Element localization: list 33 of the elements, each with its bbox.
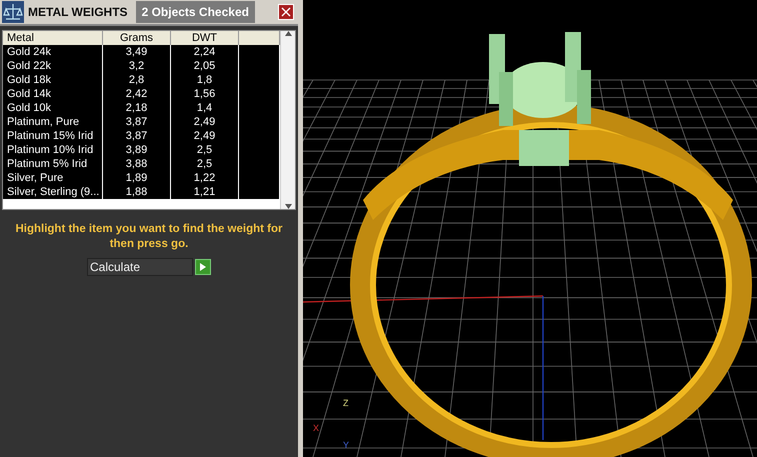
table-row[interactable]: Gold 24k 3,49 2,24 bbox=[3, 45, 280, 59]
play-icon bbox=[200, 263, 206, 271]
scale-icon bbox=[2, 1, 24, 23]
table-row[interactable]: Silver, Sterling (9... 1,88 1,21 bbox=[3, 185, 280, 199]
scroll-down-icon[interactable] bbox=[284, 204, 292, 209]
axis-label: Z bbox=[343, 398, 348, 408]
table-cell: Silver, Sterling (9... bbox=[3, 185, 103, 199]
instruction-text: Highlight the item you want to find the weight for then press go. bbox=[14, 222, 284, 252]
panel-title: METAL WEIGHTS bbox=[27, 5, 129, 19]
close-icon bbox=[281, 7, 291, 17]
go-button[interactable] bbox=[195, 259, 211, 275]
3d-viewport[interactable]: Z X Y bbox=[303, 0, 757, 457]
status-text: 2 Objects Checked bbox=[136, 1, 255, 23]
close-button[interactable] bbox=[278, 4, 294, 20]
table-row[interactable]: Gold 18k 2,8 1,8 bbox=[3, 73, 280, 87]
column-header[interactable]: Grams bbox=[103, 31, 171, 46]
axis-label: Y bbox=[343, 440, 350, 450]
scrollbar[interactable] bbox=[280, 31, 295, 209]
column-header[interactable]: Metal bbox=[3, 31, 103, 46]
table-row[interactable]: Gold 14k 2,42 1,56 bbox=[3, 87, 280, 101]
table-cell: 1,21 bbox=[171, 185, 239, 199]
table-row[interactable]: Platinum 10% Irid 3,89 2,5 bbox=[3, 143, 280, 157]
table-row[interactable]: Platinum 5% Irid 3,88 2,5 bbox=[3, 157, 280, 171]
scroll-up-icon[interactable] bbox=[284, 31, 292, 36]
table-row[interactable]: Platinum, Pure 3,87 2,49 bbox=[3, 115, 280, 129]
table-row[interactable]: Platinum 15% Irid 3,87 2,49 bbox=[3, 129, 280, 143]
table-row[interactable]: Silver, Pure 1,89 1,22 bbox=[3, 171, 280, 185]
action-field[interactable]: Calculate bbox=[87, 258, 193, 276]
table-row[interactable]: Gold 22k 3,2 2,05 bbox=[3, 59, 280, 73]
axis-label: X bbox=[313, 423, 320, 433]
table-row[interactable]: Gold 10k 2,18 1,4 bbox=[3, 101, 280, 115]
table-cell: 1,88 bbox=[103, 185, 171, 199]
column-header[interactable]: DWT bbox=[171, 31, 239, 46]
